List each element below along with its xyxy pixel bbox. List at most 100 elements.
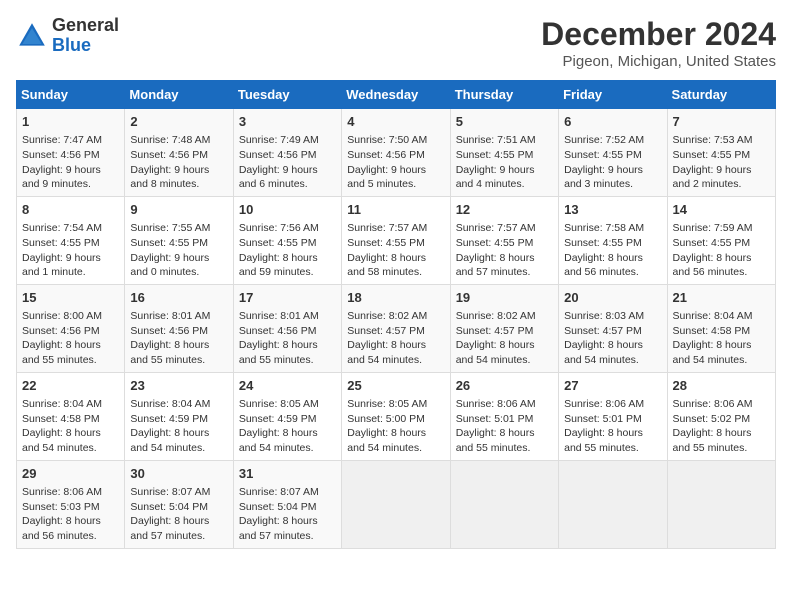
day-number: 17 bbox=[239, 289, 336, 307]
weekday-header: Tuesday bbox=[233, 81, 341, 109]
day-number: 28 bbox=[673, 377, 770, 395]
day-info: Sunrise: 7:55 AMSunset: 4:55 PMDaylight:… bbox=[130, 221, 227, 280]
calendar-week: 15Sunrise: 8:00 AMSunset: 4:56 PMDayligh… bbox=[17, 284, 776, 372]
subtitle: Pigeon, Michigan, United States bbox=[541, 53, 776, 70]
day-number: 11 bbox=[347, 201, 444, 219]
calendar-week: 1 Sunrise: 7:47 AMSunset: 4:56 PMDaylight… bbox=[17, 109, 776, 197]
day-number: 2 bbox=[130, 113, 227, 131]
day-number: 13 bbox=[564, 201, 661, 219]
day-info: Sunrise: 7:50 AMSunset: 4:56 PMDaylight:… bbox=[347, 133, 444, 192]
calendar-cell: 18Sunrise: 8:02 AMSunset: 4:57 PMDayligh… bbox=[342, 284, 450, 372]
calendar-week: 8Sunrise: 7:54 AMSunset: 4:55 PMDaylight… bbox=[17, 196, 776, 284]
title-area: December 2024 Pigeon, Michigan, United S… bbox=[541, 16, 776, 70]
logo-icon bbox=[16, 20, 48, 52]
day-number: 5 bbox=[456, 113, 553, 131]
day-info: Sunrise: 7:47 AMSunset: 4:56 PMDaylight:… bbox=[22, 133, 119, 192]
day-info: Sunrise: 7:57 AMSunset: 4:55 PMDaylight:… bbox=[347, 221, 444, 280]
day-info: Sunrise: 8:06 AMSunset: 5:01 PMDaylight:… bbox=[564, 397, 661, 456]
day-number: 14 bbox=[673, 201, 770, 219]
day-number: 20 bbox=[564, 289, 661, 307]
day-info: Sunrise: 8:03 AMSunset: 4:57 PMDaylight:… bbox=[564, 309, 661, 368]
weekday-header: Monday bbox=[125, 81, 233, 109]
calendar-cell bbox=[450, 460, 558, 548]
calendar-cell: 4 Sunrise: 7:50 AMSunset: 4:56 PMDaylight… bbox=[342, 109, 450, 197]
day-info: Sunrise: 8:06 AMSunset: 5:01 PMDaylight:… bbox=[456, 397, 553, 456]
calendar-cell: 10 Sunrise: 7:56 AMSunset: 4:55 PMDayligh… bbox=[233, 196, 341, 284]
day-number: 4 bbox=[347, 113, 444, 131]
day-number: 16 bbox=[130, 289, 227, 307]
calendar-cell: 29Sunrise: 8:06 AMSunset: 5:03 PMDayligh… bbox=[17, 460, 125, 548]
calendar-cell: 8Sunrise: 7:54 AMSunset: 4:55 PMDaylight… bbox=[17, 196, 125, 284]
calendar-cell: 30Sunrise: 8:07 AMSunset: 5:04 PMDayligh… bbox=[125, 460, 233, 548]
calendar-cell: 27Sunrise: 8:06 AMSunset: 5:01 PMDayligh… bbox=[559, 372, 667, 460]
logo-text: General Blue bbox=[52, 16, 119, 56]
day-number: 15 bbox=[22, 289, 119, 307]
calendar-cell: 22 Sunrise: 8:04 AMSunset: 4:58 PMDayligh… bbox=[17, 372, 125, 460]
calendar-cell: 13 Sunrise: 7:58 AMSunset: 4:55 PMDayligh… bbox=[559, 196, 667, 284]
day-number: 3 bbox=[239, 113, 336, 131]
day-info: Sunrise: 7:58 AMSunset: 4:55 PMDaylight:… bbox=[564, 221, 661, 280]
calendar-cell: 24Sunrise: 8:05 AMSunset: 4:59 PMDayligh… bbox=[233, 372, 341, 460]
header-row: SundayMondayTuesdayWednesdayThursdayFrid… bbox=[17, 81, 776, 109]
calendar-cell: 31Sunrise: 8:07 AMSunset: 5:04 PMDayligh… bbox=[233, 460, 341, 548]
calendar-cell bbox=[559, 460, 667, 548]
day-number: 30 bbox=[130, 465, 227, 483]
day-number: 22 bbox=[22, 377, 119, 395]
calendar-table: SundayMondayTuesdayWednesdayThursdayFrid… bbox=[16, 80, 776, 549]
weekday-header: Saturday bbox=[667, 81, 775, 109]
day-number: 10 bbox=[239, 201, 336, 219]
calendar-week: 29Sunrise: 8:06 AMSunset: 5:03 PMDayligh… bbox=[17, 460, 776, 548]
day-info: Sunrise: 8:04 AMSunset: 4:58 PMDaylight:… bbox=[673, 309, 770, 368]
day-info: Sunrise: 8:04 AMSunset: 4:58 PMDaylight:… bbox=[22, 397, 119, 456]
calendar-cell: 9Sunrise: 7:55 AMSunset: 4:55 PMDaylight… bbox=[125, 196, 233, 284]
day-info: Sunrise: 8:05 AMSunset: 5:00 PMDaylight:… bbox=[347, 397, 444, 456]
calendar-cell: 26Sunrise: 8:06 AMSunset: 5:01 PMDayligh… bbox=[450, 372, 558, 460]
calendar-cell: 1 Sunrise: 7:47 AMSunset: 4:56 PMDaylight… bbox=[17, 109, 125, 197]
calendar-cell: 11 Sunrise: 7:57 AMSunset: 4:55 PMDayligh… bbox=[342, 196, 450, 284]
day-number: 1 bbox=[22, 113, 119, 131]
day-number: 23 bbox=[130, 377, 227, 395]
day-info: Sunrise: 7:53 AMSunset: 4:55 PMDaylight:… bbox=[673, 133, 770, 192]
calendar-cell: 23 Sunrise: 8:04 AMSunset: 4:59 PMDayligh… bbox=[125, 372, 233, 460]
calendar-cell bbox=[667, 460, 775, 548]
day-number: 7 bbox=[673, 113, 770, 131]
calendar-cell: 25 Sunrise: 8:05 AMSunset: 5:00 PMDayligh… bbox=[342, 372, 450, 460]
day-info: Sunrise: 7:56 AMSunset: 4:55 PMDaylight:… bbox=[239, 221, 336, 280]
day-info: Sunrise: 8:07 AMSunset: 5:04 PMDaylight:… bbox=[239, 485, 336, 544]
day-info: Sunrise: 8:06 AMSunset: 5:02 PMDaylight:… bbox=[673, 397, 770, 456]
day-info: Sunrise: 7:51 AMSunset: 4:55 PMDaylight:… bbox=[456, 133, 553, 192]
calendar-cell: 5 Sunrise: 7:51 AMSunset: 4:55 PMDaylight… bbox=[450, 109, 558, 197]
calendar-cell: 19Sunrise: 8:02 AMSunset: 4:57 PMDayligh… bbox=[450, 284, 558, 372]
header: General Blue December 2024 Pigeon, Michi… bbox=[16, 16, 776, 70]
day-number: 12 bbox=[456, 201, 553, 219]
logo: General Blue bbox=[16, 16, 119, 56]
calendar-cell: 28 Sunrise: 8:06 AMSunset: 5:02 PMDayligh… bbox=[667, 372, 775, 460]
main-title: December 2024 bbox=[541, 16, 776, 53]
calendar-cell: 12 Sunrise: 7:57 AMSunset: 4:55 PMDayligh… bbox=[450, 196, 558, 284]
day-number: 25 bbox=[347, 377, 444, 395]
weekday-header: Friday bbox=[559, 81, 667, 109]
calendar-cell: 20 Sunrise: 8:03 AMSunset: 4:57 PMDayligh… bbox=[559, 284, 667, 372]
day-info: Sunrise: 7:48 AMSunset: 4:56 PMDaylight:… bbox=[130, 133, 227, 192]
calendar-week: 22 Sunrise: 8:04 AMSunset: 4:58 PMDayligh… bbox=[17, 372, 776, 460]
day-number: 18 bbox=[347, 289, 444, 307]
calendar-cell: 3 Sunrise: 7:49 AMSunset: 4:56 PMDaylight… bbox=[233, 109, 341, 197]
day-info: Sunrise: 7:49 AMSunset: 4:56 PMDaylight:… bbox=[239, 133, 336, 192]
day-number: 21 bbox=[673, 289, 770, 307]
calendar-cell: 7 Sunrise: 7:53 AMSunset: 4:55 PMDaylight… bbox=[667, 109, 775, 197]
calendar-cell: 17 Sunrise: 8:01 AMSunset: 4:56 PMDayligh… bbox=[233, 284, 341, 372]
calendar-cell: 21 Sunrise: 8:04 AMSunset: 4:58 PMDayligh… bbox=[667, 284, 775, 372]
calendar-cell: 15Sunrise: 8:00 AMSunset: 4:56 PMDayligh… bbox=[17, 284, 125, 372]
weekday-header: Wednesday bbox=[342, 81, 450, 109]
calendar-cell bbox=[342, 460, 450, 548]
day-info: Sunrise: 8:01 AMSunset: 4:56 PMDaylight:… bbox=[239, 309, 336, 368]
day-info: Sunrise: 8:04 AMSunset: 4:59 PMDaylight:… bbox=[130, 397, 227, 456]
day-number: 6 bbox=[564, 113, 661, 131]
day-info: Sunrise: 7:57 AMSunset: 4:55 PMDaylight:… bbox=[456, 221, 553, 280]
day-info: Sunrise: 8:06 AMSunset: 5:03 PMDaylight:… bbox=[22, 485, 119, 544]
calendar-cell: 14 Sunrise: 7:59 AMSunset: 4:55 PMDayligh… bbox=[667, 196, 775, 284]
day-info: Sunrise: 7:59 AMSunset: 4:55 PMDaylight:… bbox=[673, 221, 770, 280]
day-number: 8 bbox=[22, 201, 119, 219]
day-info: Sunrise: 8:05 AMSunset: 4:59 PMDaylight:… bbox=[239, 397, 336, 456]
calendar-cell: 6Sunrise: 7:52 AMSunset: 4:55 PMDaylight… bbox=[559, 109, 667, 197]
